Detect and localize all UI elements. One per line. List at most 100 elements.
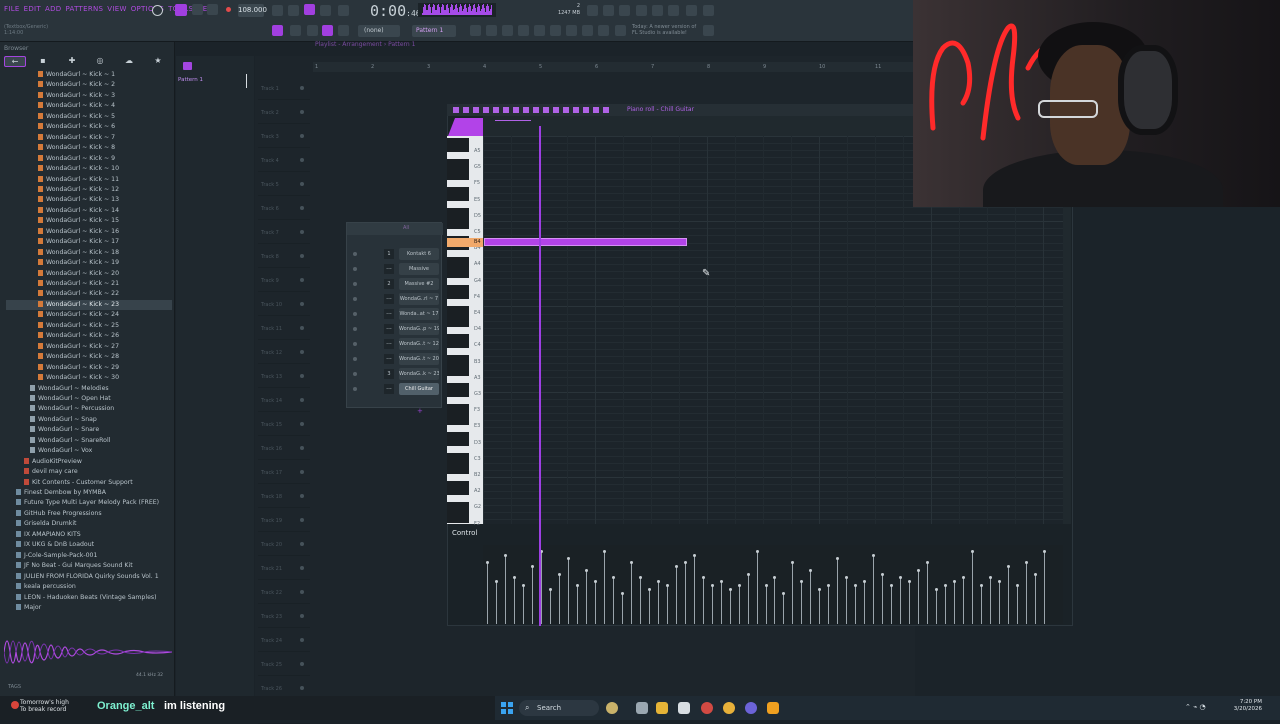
- browser-item[interactable]: WondaGurl ~ Kick ~ 6: [38, 122, 115, 132]
- menu-patterns[interactable]: PATTERNS: [65, 5, 103, 13]
- black-key[interactable]: [447, 418, 469, 425]
- track-header[interactable]: Track 2: [258, 102, 310, 124]
- velocity-bar[interactable]: [701, 576, 705, 624]
- mixer-track-number[interactable]: ---: [384, 324, 394, 334]
- velocity-bar[interactable]: [836, 557, 840, 624]
- browser-item[interactable]: JULIEN FROM FLORIDA Quirky Sounds Vol. 1: [16, 572, 159, 582]
- add-channel-button[interactable]: +: [417, 407, 423, 415]
- weather-widget[interactable]: Tomorrow's high To break record: [20, 699, 69, 713]
- black-key[interactable]: [447, 502, 469, 509]
- browser-item[interactable]: WondaGurl ~ Kick ~ 23: [6, 299, 172, 310]
- browser-item[interactable]: WondaGurl ~ Melodies: [30, 384, 109, 394]
- track-header[interactable]: Track 16: [258, 438, 310, 460]
- black-key[interactable]: [447, 187, 469, 194]
- track-header[interactable]: Track 20: [258, 534, 310, 556]
- velocity-bar[interactable]: [881, 572, 885, 624]
- browser-item[interactable]: WondaGurl ~ Kick ~ 2: [38, 80, 115, 90]
- track-header[interactable]: Track 18: [258, 486, 310, 508]
- browser-item[interactable]: J-Cole-Sample-Pack-001: [16, 551, 97, 561]
- channel-row[interactable]: --- WondaG..rl ~ 7: [347, 292, 443, 306]
- velocity-bar[interactable]: [845, 576, 849, 624]
- velocity-bar[interactable]: [611, 576, 615, 624]
- browser-item[interactable]: GitHub Free Progressions: [16, 509, 102, 519]
- cut-icon[interactable]: [603, 5, 614, 16]
- velocity-bar[interactable]: [971, 549, 975, 624]
- browser-item[interactable]: WondaGurl ~ Kick ~ 27: [38, 342, 119, 352]
- mixer-track-number[interactable]: ---: [384, 354, 394, 364]
- mute-led-icon[interactable]: [353, 282, 357, 286]
- velocity-bar[interactable]: [782, 591, 786, 624]
- velocity-bar[interactable]: [692, 553, 696, 624]
- piano-keyboard[interactable]: A5 G5 F5 E5 D5 C5 B4 A4 G4 F4 E4 D4 C4 B3 A3 G3 F3 E3 D3 C3…: [447, 136, 483, 527]
- online-icon[interactable]: [587, 5, 598, 16]
- wait-icon[interactable]: [288, 5, 299, 16]
- channel-name-button[interactable]: WondaG..k ~ 23: [399, 368, 439, 380]
- snap-selector[interactable]: (none): [358, 25, 400, 37]
- velocity-bar[interactable]: [764, 584, 768, 624]
- black-key[interactable]: [447, 404, 469, 411]
- pattern-song-toggle[interactable]: [175, 4, 187, 16]
- black-key[interactable]: [447, 313, 469, 320]
- browser-item[interactable]: WondaGurl ~ Kick ~ 26: [38, 331, 119, 341]
- project-icon[interactable]: [582, 25, 593, 36]
- black-key[interactable]: [447, 390, 469, 397]
- stop-button[interactable]: [207, 4, 218, 15]
- velocity-bar[interactable]: [818, 587, 822, 624]
- velocity-bar[interactable]: [935, 587, 939, 624]
- browser-item[interactable]: WondaGurl ~ Kick ~ 10: [38, 164, 119, 174]
- browser-item[interactable]: Major: [16, 603, 41, 613]
- velocity-bar[interactable]: [719, 580, 723, 624]
- channel-name-button[interactable]: Massive: [399, 263, 439, 275]
- system-tray[interactable]: ⌃ ⌁ ◔: [1185, 703, 1206, 711]
- bookmark-icon[interactable]: [668, 5, 679, 16]
- channel-name-button[interactable]: Kontakt 6: [399, 248, 439, 260]
- channel-rack-icon[interactable]: [502, 25, 513, 36]
- browser-item[interactable]: devil may care: [24, 467, 78, 477]
- channel-name-button[interactable]: WondaG..t ~ 20: [399, 353, 439, 365]
- tools-icon[interactable]: [703, 5, 714, 16]
- channel-row[interactable]: 3 WondaG..k ~ 23: [347, 367, 443, 381]
- velocity-bar[interactable]: [755, 549, 759, 624]
- track-header[interactable]: Track 23: [258, 606, 310, 628]
- browser-item[interactable]: IX UKG & DnB Loadout: [16, 540, 94, 550]
- velocity-bar[interactable]: [1025, 561, 1029, 624]
- black-key[interactable]: [447, 145, 469, 152]
- velocity-bar[interactable]: [728, 587, 732, 624]
- track-header[interactable]: Track 5: [258, 174, 310, 196]
- save-icon[interactable]: [652, 5, 663, 16]
- velocity-bar[interactable]: [800, 580, 804, 624]
- tempo-display[interactable]: 108.000: [238, 4, 267, 17]
- track-header[interactable]: Track 4: [258, 150, 310, 172]
- settings-icon[interactable]: [703, 25, 714, 36]
- black-key[interactable]: [447, 432, 469, 439]
- black-key[interactable]: [447, 194, 469, 201]
- app-icon[interactable]: [701, 702, 713, 714]
- channel-name-button[interactable]: WondaG..p ~ 19: [399, 323, 439, 335]
- mixer-track-number[interactable]: ---: [384, 339, 394, 349]
- browser-item[interactable]: LEON - Haduoken Beats (Vintage Samples): [16, 593, 157, 603]
- track-header[interactable]: Track 22: [258, 582, 310, 604]
- track-header[interactable]: Track 19: [258, 510, 310, 532]
- fl-studio-icon[interactable]: [767, 702, 779, 714]
- track-header[interactable]: Track 24: [258, 630, 310, 652]
- velocity-bar[interactable]: [989, 576, 993, 624]
- step-sequencer-button[interactable]: [290, 25, 301, 36]
- track-header[interactable]: Track 21: [258, 558, 310, 580]
- velocity-bar[interactable]: [656, 580, 660, 624]
- velocity-bar[interactable]: [1016, 584, 1020, 624]
- mute-led-icon[interactable]: [353, 372, 357, 376]
- black-key[interactable]: [447, 355, 469, 362]
- velocity-bar[interactable]: [486, 561, 489, 624]
- velocity-bar[interactable]: [521, 584, 525, 624]
- pattern-picker-icon[interactable]: [183, 62, 192, 70]
- velocity-bar[interactable]: [620, 591, 624, 624]
- browser-item[interactable]: Kit Contents - Customer Support: [24, 478, 133, 488]
- velocity-bar[interactable]: [575, 584, 579, 624]
- velocity-bar[interactable]: [872, 553, 876, 624]
- browser-item[interactable]: WondaGurl ~ Kick ~ 19: [38, 258, 119, 268]
- velocity-bar[interactable]: [548, 587, 552, 624]
- channel-name-button[interactable]: Massive #2: [399, 278, 439, 290]
- time-display[interactable]: 0:00:46: [370, 2, 421, 20]
- velocity-bar[interactable]: [890, 584, 894, 624]
- velocity-bar[interactable]: [863, 580, 867, 624]
